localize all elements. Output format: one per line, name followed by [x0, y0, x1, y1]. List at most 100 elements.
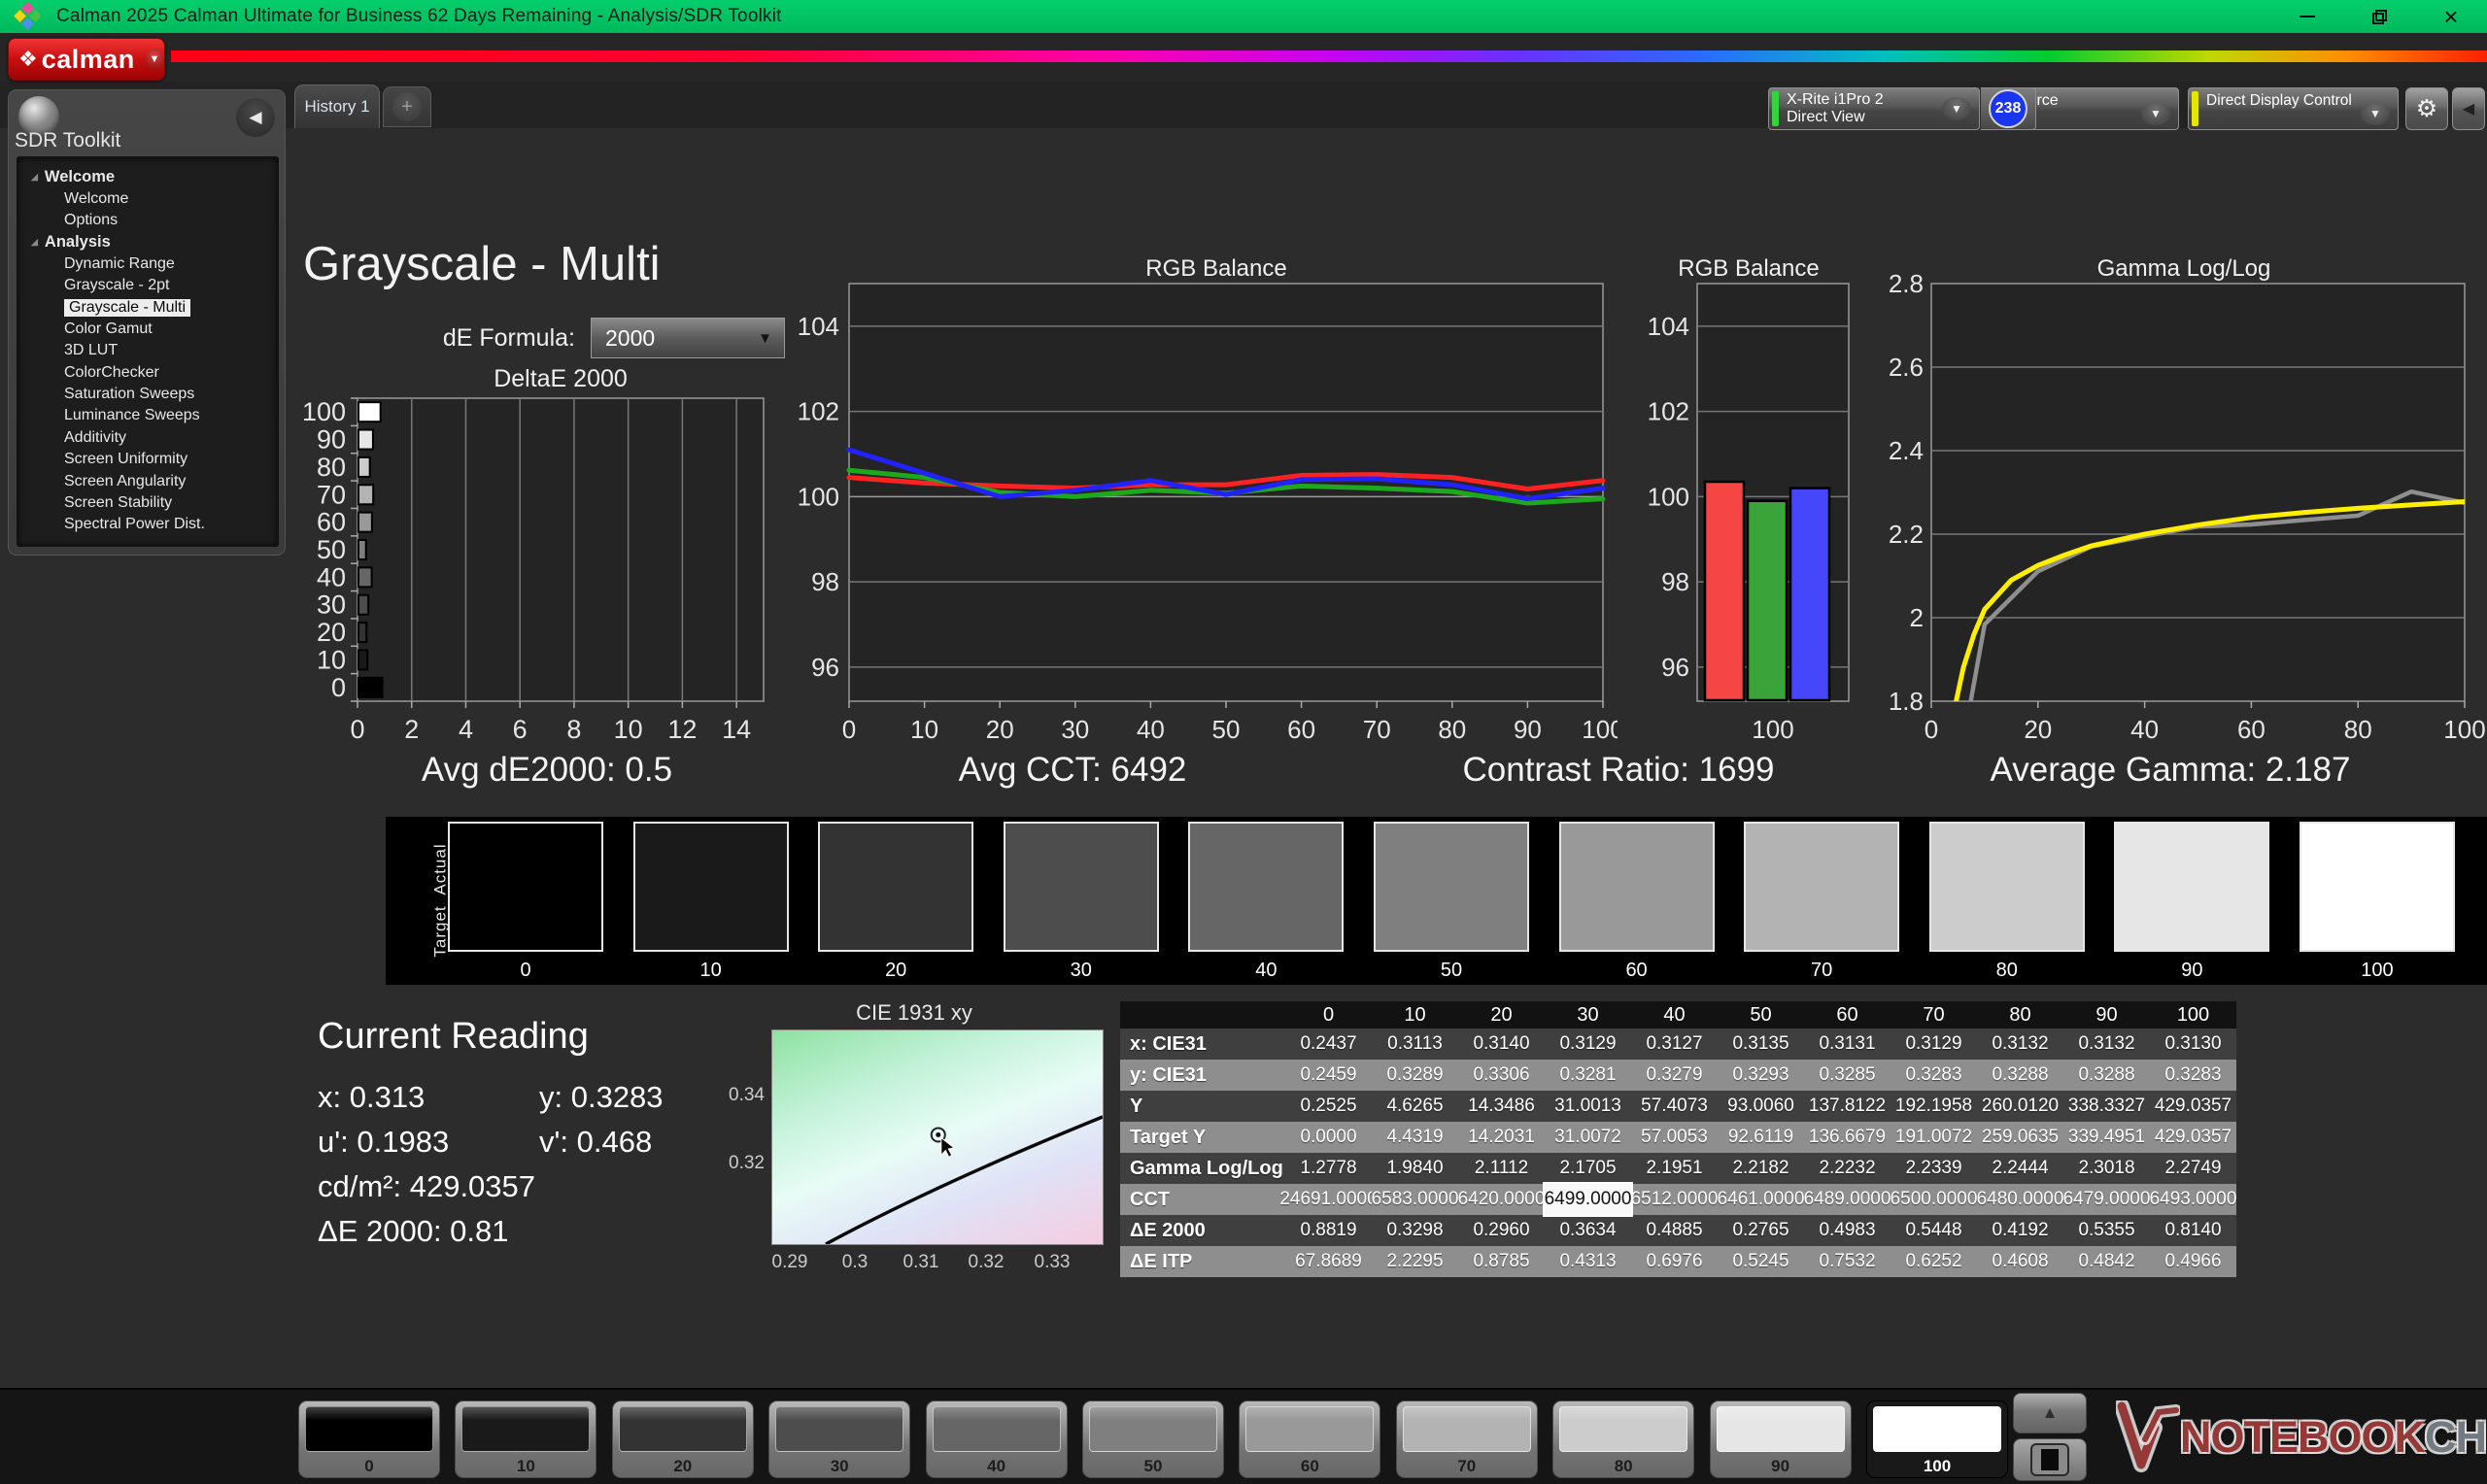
table-cell[interactable]: 0.6976: [1631, 1246, 1718, 1277]
table-cell[interactable]: 2.1951: [1631, 1153, 1718, 1184]
close-button[interactable]: ×: [2415, 0, 2487, 33]
table-cell[interactable]: 429.0357: [2150, 1122, 2236, 1153]
tree-expander-icon[interactable]: ◢: [31, 172, 38, 183]
table-cell[interactable]: 259.0635: [1977, 1122, 2063, 1153]
table-cell[interactable]: 31.0072: [1545, 1122, 1631, 1153]
table-cell[interactable]: 2.1705: [1545, 1153, 1631, 1184]
table-cell[interactable]: 0.3288: [1977, 1060, 2063, 1091]
sidebar-item-luminance-sweeps[interactable]: Luminance Sweeps: [17, 405, 278, 426]
table-cell[interactable]: 0.3288: [2063, 1060, 2150, 1091]
table-cell[interactable]: 0.4885: [1631, 1215, 1718, 1246]
table-cell[interactable]: 191.0072: [1891, 1122, 1977, 1153]
sidebar-collapse-button[interactable]: ◀: [236, 98, 275, 137]
table-cell[interactable]: 136.6679: [1804, 1122, 1891, 1153]
table-cell[interactable]: 4.6265: [1372, 1091, 1458, 1122]
table-cell[interactable]: 0.4192: [1977, 1215, 2063, 1246]
table-cell[interactable]: 0.2960: [1458, 1215, 1545, 1246]
sidebar-item-screen-stability[interactable]: Screen Stability: [17, 492, 278, 514]
table-cell[interactable]: 0.0000: [1285, 1122, 1372, 1153]
table-cell[interactable]: 2.1112: [1458, 1153, 1545, 1184]
pattern-step-up-button[interactable]: ▲: [2013, 1393, 2087, 1433]
patch-button-90[interactable]: 90: [1710, 1400, 1852, 1478]
calman-menu-button[interactable]: ❖ calman ▼: [8, 38, 165, 81]
table-cell[interactable]: 6461.0000: [1718, 1184, 1804, 1215]
table-cell[interactable]: 1.2778: [1285, 1153, 1372, 1184]
table-cell[interactable]: 0.3283: [2150, 1060, 2236, 1091]
table-cell[interactable]: 0.5448: [1891, 1215, 1977, 1246]
table-cell[interactable]: 0.7532: [1804, 1246, 1891, 1277]
patch-button-100[interactable]: 100: [1866, 1400, 2008, 1478]
table-cell[interactable]: 57.4073: [1631, 1091, 1718, 1122]
table-cell[interactable]: 0.3132: [2063, 1029, 2150, 1060]
table-cell[interactable]: 24691.0000: [1285, 1184, 1372, 1215]
table-cell[interactable]: 0.3634: [1545, 1215, 1631, 1246]
patch-button-80[interactable]: 80: [1552, 1400, 1694, 1478]
table-cell[interactable]: 2.2182: [1718, 1153, 1804, 1184]
table-cell[interactable]: 192.1958: [1891, 1091, 1977, 1122]
table-cell[interactable]: 0.8785: [1458, 1246, 1545, 1277]
sidebar-item-welcome[interactable]: Welcome: [17, 187, 278, 209]
sidebar-item-additivity[interactable]: Additivity: [17, 427, 278, 449]
display-control-dropdown[interactable]: Direct Display Control ▼: [2188, 87, 2399, 130]
table-cell[interactable]: 14.2031: [1458, 1122, 1545, 1153]
patch-button-50[interactable]: 50: [1082, 1400, 1224, 1478]
sidebar-item-3d-lut[interactable]: 3D LUT: [17, 340, 278, 361]
table-cell[interactable]: 0.4966: [2150, 1246, 2236, 1277]
table-cell[interactable]: 0.5245: [1718, 1246, 1804, 1277]
patch-button-70[interactable]: 70: [1396, 1400, 1538, 1478]
table-cell[interactable]: 0.3113: [1372, 1029, 1458, 1060]
table-cell[interactable]: 0.4313: [1545, 1246, 1631, 1277]
table-cell[interactable]: 0.3306: [1458, 1060, 1545, 1091]
sidebar-item-dynamic-range[interactable]: Dynamic Range: [17, 253, 278, 275]
table-cell[interactable]: 0.3289: [1372, 1060, 1458, 1091]
table-cell[interactable]: 67.8689: [1285, 1246, 1372, 1277]
table-cell[interactable]: 6493.0000: [2150, 1184, 2236, 1215]
sidebar-item-analysis[interactable]: ◢Analysis: [17, 231, 278, 253]
collapse-right-panel-button[interactable]: ◀: [2452, 87, 2485, 130]
table-cell[interactable]: 0.2437: [1285, 1029, 1372, 1060]
table-cell[interactable]: 0.3140: [1458, 1029, 1545, 1060]
table-cell[interactable]: 260.0120: [1977, 1091, 2063, 1122]
table-cell[interactable]: 6489.0000: [1804, 1184, 1891, 1215]
table-cell[interactable]: 0.3132: [1977, 1029, 2063, 1060]
table-cell[interactable]: 31.0013: [1545, 1091, 1631, 1122]
de-formula-dropdown[interactable]: 2000 ▼: [591, 318, 785, 358]
table-cell[interactable]: 0.3129: [1545, 1029, 1631, 1060]
table-cell[interactable]: 57.0053: [1631, 1122, 1718, 1153]
patch-button-10[interactable]: 10: [455, 1400, 596, 1478]
table-cell[interactable]: 0.5355: [2063, 1215, 2150, 1246]
table-cell[interactable]: 0.3283: [1891, 1060, 1977, 1091]
table-cell[interactable]: 6583.0000: [1372, 1184, 1458, 1215]
sidebar-item-screen-uniformity[interactable]: Screen Uniformity: [17, 449, 278, 470]
sidebar-item-options[interactable]: Options: [17, 210, 278, 231]
sidebar-item-welcome[interactable]: ◢Welcome: [17, 166, 278, 187]
table-cell[interactable]: 0.4842: [2063, 1246, 2150, 1277]
table-cell[interactable]: 6480.0000: [1977, 1184, 2063, 1215]
table-cell[interactable]: 0.3298: [1372, 1215, 1458, 1246]
table-cell[interactable]: 6420.0000: [1458, 1184, 1545, 1215]
table-cell[interactable]: 0.3285: [1804, 1060, 1891, 1091]
table-cell[interactable]: 0.3130: [2150, 1029, 2236, 1060]
table-cell[interactable]: 0.3127: [1631, 1029, 1718, 1060]
patch-button-40[interactable]: 40: [926, 1400, 1068, 1478]
settings-button[interactable]: ⚙: [2405, 87, 2448, 130]
table-cell[interactable]: 0.4983: [1804, 1215, 1891, 1246]
sidebar-item-grayscale-multi[interactable]: Grayscale - Multi: [17, 296, 278, 318]
pattern-window-button[interactable]: [2013, 1438, 2087, 1481]
table-cell[interactable]: 2.2339: [1891, 1153, 1977, 1184]
table-cell[interactable]: 1.9840: [1372, 1153, 1458, 1184]
table-cell[interactable]: 0.4608: [1977, 1246, 2063, 1277]
sidebar-item-spectral-power-dist-[interactable]: Spectral Power Dist.: [17, 514, 278, 535]
meter-count-badge[interactable]: 238: [1989, 89, 2027, 128]
table-cell[interactable]: 0.3129: [1891, 1029, 1977, 1060]
table-cell[interactable]: 0.3293: [1718, 1060, 1804, 1091]
table-cell[interactable]: 6479.0000: [2063, 1184, 2150, 1215]
patch-button-60[interactable]: 60: [1239, 1400, 1380, 1478]
table-cell[interactable]: 339.4951: [2063, 1122, 2150, 1153]
patch-button-30[interactable]: 30: [768, 1400, 910, 1478]
table-cell[interactable]: 338.3327: [2063, 1091, 2150, 1122]
table-cell[interactable]: 0.2525: [1285, 1091, 1372, 1122]
meter-dropdown[interactable]: X-Rite i1Pro 2Direct View ▼: [1768, 87, 1980, 130]
minimize-button[interactable]: [2271, 0, 2343, 33]
table-cell[interactable]: 93.0060: [1718, 1091, 1804, 1122]
